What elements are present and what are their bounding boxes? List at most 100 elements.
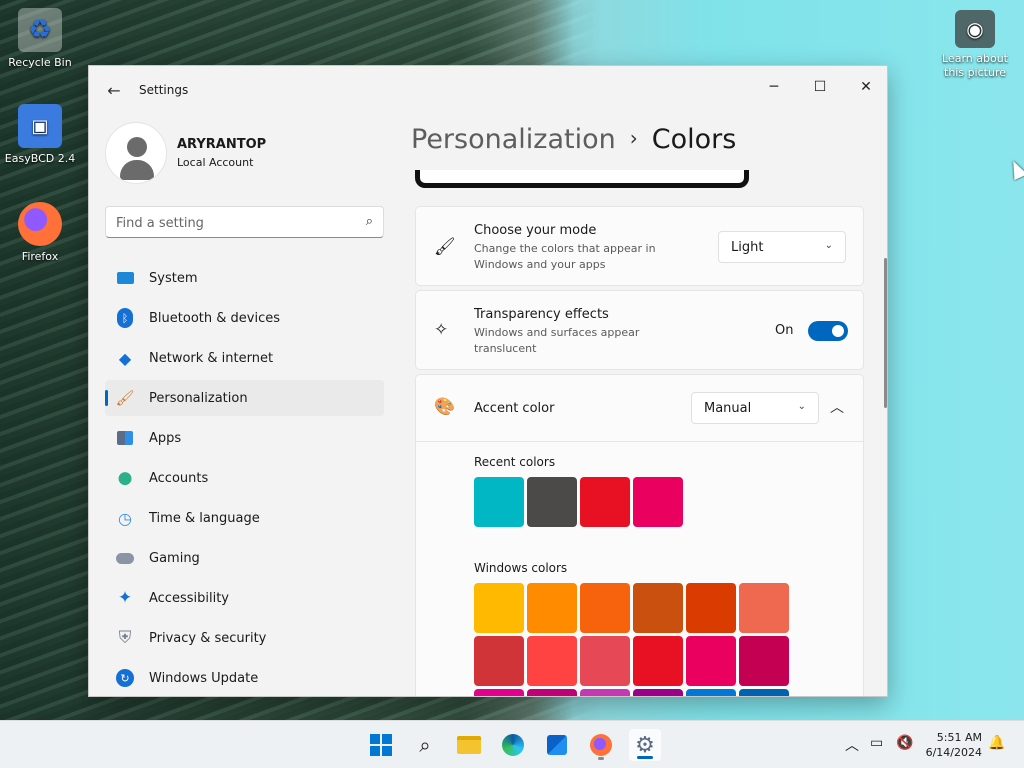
avatar-head-icon (127, 137, 147, 157)
avatar-body-icon (120, 160, 154, 180)
sidebar-item-label: Personalization (149, 390, 248, 406)
sidebar-item-label: Apps (149, 430, 182, 446)
accent-title: Accent color (474, 401, 555, 416)
sidebar-item-time-language[interactable]: ◷ Time & language (105, 500, 384, 536)
sidebar-item-label: Bluetooth & devices (149, 310, 280, 326)
close-button[interactable]: ✕ (843, 72, 887, 102)
edge-icon (502, 734, 524, 756)
sidebar-item-system[interactable]: System (105, 260, 384, 296)
volume-muted-icon[interactable]: 🔇 (896, 735, 913, 751)
desktop-icon-recycle-bin[interactable]: ♻ Recycle Bin (2, 8, 78, 69)
windows-color-swatch[interactable] (739, 583, 789, 633)
desktop-icon-learn-picture[interactable]: ◉ Learn about this picture (937, 10, 1013, 80)
sidebar-item-bluetooth[interactable]: ᛒ Bluetooth & devices (105, 300, 384, 336)
desktop-icon-label: Firefox (21, 250, 59, 263)
sparkle-icon: ✧ (434, 320, 449, 340)
user-name: ARYRANTOP (177, 137, 267, 152)
wifi-icon: ◆ (118, 348, 132, 368)
mode-title: Choose your mode (474, 223, 597, 238)
sidebar-item-label: Privacy & security (149, 630, 267, 646)
maximize-button[interactable]: ☐ (797, 72, 843, 102)
sidebar-item-label: Accounts (149, 470, 209, 486)
taskbar-firefox[interactable] (585, 729, 617, 761)
mode-description: Change the colors that appear in Windows… (474, 242, 656, 271)
arrow-left-icon: ← (107, 80, 121, 100)
chevron-down-icon: ⌄ (797, 401, 806, 412)
network-icon[interactable]: ▭ (870, 735, 883, 751)
palette-icon: 🎨 (434, 397, 456, 417)
transparency-toggle[interactable] (808, 321, 848, 341)
shield-icon: ⛨ (118, 628, 132, 648)
windows-color-swatch[interactable] (686, 636, 736, 686)
sidebar-item-windows-update[interactable]: ↻ Windows Update (105, 660, 384, 696)
sidebar-item-apps[interactable]: Apps (105, 420, 384, 456)
windows-color-swatch[interactable] (527, 636, 577, 686)
title-bar[interactable]: ← Settings ─ ☐ ✕ (89, 66, 887, 114)
sidebar-item-network[interactable]: ◆ Network & internet (105, 340, 384, 376)
windows-color-swatch[interactable] (580, 689, 630, 696)
windows-color-swatch[interactable] (580, 636, 630, 686)
search-icon[interactable]: ⌕ (366, 214, 373, 229)
desktop-icon-label: EasyBCD 2.4 (4, 152, 76, 165)
windows-color-swatch[interactable] (633, 636, 683, 686)
brush-icon: 🖌 (115, 389, 135, 407)
taskbar-search-button[interactable]: ⌕ (409, 729, 441, 761)
search-box[interactable]: ⌕ (105, 206, 384, 238)
user-profile[interactable]: ARYRANTOP Local Account (105, 122, 385, 186)
breadcrumb-parent[interactable]: Personalization (411, 124, 616, 155)
apps-icon (115, 428, 135, 448)
sidebar-item-accessibility[interactable]: ✦ Accessibility (105, 580, 384, 616)
windows-color-swatch[interactable] (633, 689, 683, 696)
mode-dropdown[interactable]: Light ⌄ (718, 231, 846, 263)
gamepad-icon (115, 548, 135, 568)
windows-color-swatch[interactable] (739, 689, 789, 696)
windows-color-swatch[interactable] (474, 636, 524, 686)
windows-color-swatch[interactable] (633, 583, 683, 633)
desktop-icon-firefox[interactable]: Firefox (2, 202, 78, 263)
transparency-state-label: On (775, 323, 794, 338)
windows-color-swatch[interactable] (686, 583, 736, 633)
scrollbar[interactable] (884, 258, 887, 408)
running-indicator (598, 757, 604, 760)
taskbar-settings[interactable]: ⚙ (629, 729, 661, 761)
transparency-description: Windows and surfaces appear translucent (474, 326, 640, 355)
windows-color-swatch[interactable] (527, 689, 577, 696)
windows-color-swatch[interactable] (474, 583, 524, 633)
monitor-icon (115, 268, 135, 288)
windows-logo-icon (370, 734, 392, 756)
system-clock[interactable]: 5:51 AM 6/14/2024 (926, 730, 982, 760)
easybcd-icon: ▣ (18, 104, 62, 148)
recent-color-swatch[interactable] (527, 477, 577, 527)
windows-color-swatch[interactable] (686, 689, 736, 696)
accent-header[interactable]: 🎨 Accent color Manual ⌄ ︿ (416, 375, 863, 442)
sidebar-item-gaming[interactable]: Gaming (105, 540, 384, 576)
search-input[interactable] (116, 213, 346, 233)
taskbar-file-explorer[interactable] (453, 729, 485, 761)
sidebar-item-personalization[interactable]: 🖌 Personalization (105, 380, 384, 416)
accent-dropdown[interactable]: Manual ⌄ (691, 392, 819, 424)
chevron-up-icon[interactable]: ︿ (845, 735, 859, 755)
back-button[interactable]: ← (103, 79, 125, 101)
windows-color-swatch[interactable] (474, 689, 524, 696)
transparency-title: Transparency effects (474, 307, 609, 322)
windows-color-swatch[interactable] (527, 583, 577, 633)
minimize-button[interactable]: ─ (751, 72, 797, 102)
windows-colors-label: Windows colors (474, 561, 568, 575)
person-icon: ● (117, 468, 133, 488)
theme-preview (415, 170, 749, 188)
chevron-up-icon[interactable]: ︿ (830, 397, 844, 417)
start-button[interactable] (365, 729, 397, 761)
desktop-icon-easybcd[interactable]: ▣ EasyBCD 2.4 (2, 104, 78, 165)
notification-icon[interactable]: 🔔 (988, 735, 1005, 751)
sidebar-item-label: Accessibility (149, 590, 229, 606)
taskbar-store[interactable] (541, 729, 573, 761)
windows-color-swatch[interactable] (580, 583, 630, 633)
recent-color-swatch[interactable] (633, 477, 683, 527)
sidebar-item-accounts[interactable]: ● Accounts (105, 460, 384, 496)
recent-color-swatch[interactable] (474, 477, 524, 527)
taskbar-edge[interactable] (497, 729, 529, 761)
accent-dropdown-value: Manual (704, 400, 752, 416)
recent-color-swatch[interactable] (580, 477, 630, 527)
windows-color-swatch[interactable] (739, 636, 789, 686)
sidebar-item-privacy[interactable]: ⛨ Privacy & security (105, 620, 384, 656)
